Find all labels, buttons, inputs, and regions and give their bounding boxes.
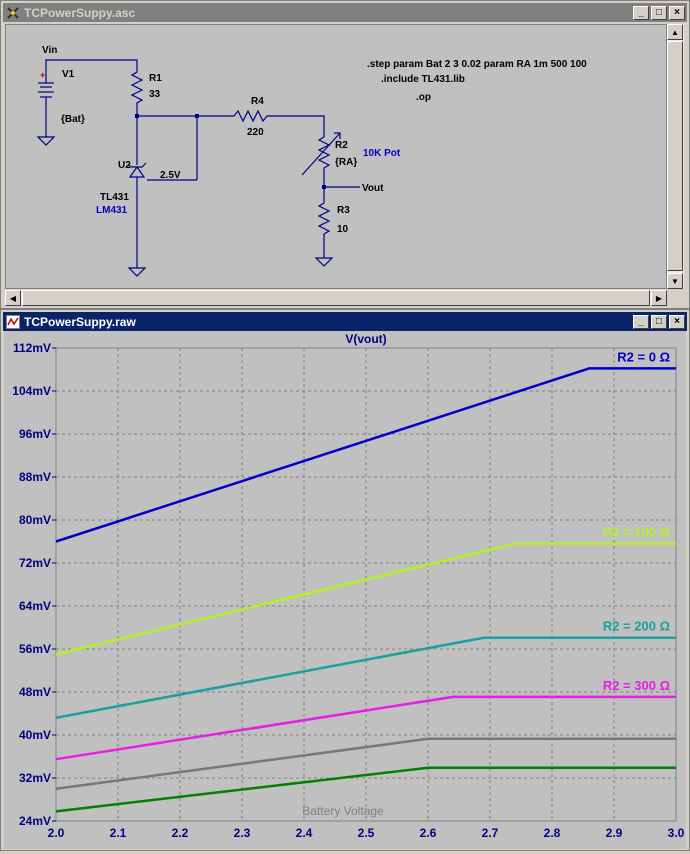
v1-value: {Bat}	[61, 114, 85, 125]
vertical-scroll-thumb[interactable]	[667, 41, 683, 271]
x-axis-label: Battery Voltage	[302, 804, 384, 818]
x-tick-label: 2.4	[296, 826, 313, 840]
x-tick-label: 2.2	[172, 826, 189, 840]
scroll-right-arrow-icon[interactable]: ▶	[651, 290, 667, 306]
plot-titlebar[interactable]: TCPowerSuppy.raw _ □ ×	[3, 312, 687, 331]
v1-label: V1	[62, 69, 75, 80]
schematic-horizontal-scrollbar[interactable]: ◀ ▶	[5, 290, 667, 306]
vout-label: Vout	[362, 183, 384, 194]
minimize-button[interactable]: _	[633, 5, 649, 20]
y-tick-label: 24mV	[19, 814, 51, 828]
y-tick-label: 64mV	[19, 599, 51, 613]
u2-label: U2	[118, 160, 131, 171]
plot-close-button[interactable]: ×	[669, 314, 685, 329]
x-tick-label: 2.8	[544, 826, 561, 840]
plot-window-title: TCPowerSuppy.raw	[24, 314, 136, 329]
maximize-button[interactable]: □	[651, 5, 667, 20]
schematic-app-icon	[5, 5, 21, 21]
y-tick-label: 112mV	[13, 341, 51, 355]
plot-maximize-button[interactable]: □	[651, 314, 667, 329]
x-tick-label: 2.0	[48, 826, 65, 840]
x-tick-label: 2.7	[482, 826, 499, 840]
x-tick-label: 2.5	[358, 826, 375, 840]
directive-step[interactable]: .step param Bat 2 3 0.02 param RA 1m 500…	[367, 59, 587, 70]
schematic-drawing: Vin + V1 {Bat} R1 33 R4 220 R2 {RA} 10K …	[36, 45, 587, 277]
y-tick-label: 40mV	[19, 728, 51, 742]
trace-label-3[interactable]: R2 = 300 Ω	[603, 678, 670, 693]
schematic-window: TCPowerSuppy.asc _ □ × Vin + V1 {Bat} R1…	[0, 0, 690, 309]
r3-label: R3	[337, 205, 350, 216]
waveform-chart[interactable]: 24mV 32mV 40mV 48mV 56mV 64mV 72mV 80mV 88mV 96mV…	[4, 331, 686, 849]
x-tick-label: 3.0	[668, 826, 685, 840]
r1-label: R1	[149, 73, 162, 84]
r2-symbol	[317, 136, 331, 192]
ref-voltage-label: 2.5V	[160, 170, 181, 181]
y-tick-label: 48mV	[19, 685, 51, 699]
scroll-down-arrow-icon[interactable]: ▼	[667, 273, 683, 289]
schematic-window-title: TCPowerSuppy.asc	[24, 5, 136, 20]
y-tick-label: 96mV	[19, 427, 51, 441]
y-tick-label: 32mV	[19, 771, 51, 785]
plot-minimize-button[interactable]: _	[633, 314, 649, 329]
r3-value: 10	[337, 224, 349, 235]
r4-label: R4	[251, 96, 264, 107]
r2-note: 10K Pot	[363, 148, 401, 159]
y-tick-label: 80mV	[19, 513, 51, 527]
trace-label-2[interactable]: R2 = 200 Ω	[603, 619, 670, 634]
chart-title[interactable]: V(vout)	[345, 332, 386, 346]
x-tick-label: 2.6	[420, 826, 437, 840]
tl431-symbol	[128, 165, 146, 178]
r2-value: {RA}	[335, 157, 357, 168]
directive-op[interactable]: .op	[416, 92, 431, 103]
x-tick-label: 2.1	[110, 826, 127, 840]
y-tick-label: 88mV	[19, 470, 51, 484]
plot-area[interactable]: 24mV 32mV 40mV 48mV 56mV 64mV 72mV 80mV 88mV 96mV…	[4, 331, 686, 849]
directive-include[interactable]: .include TL431.lib	[381, 74, 465, 85]
r1-value: 33	[149, 89, 161, 100]
y-tick-label: 56mV	[19, 642, 51, 656]
u2-sub: LM431	[96, 205, 128, 216]
r1-symbol	[130, 68, 144, 116]
schematic-canvas[interactable]: Vin + V1 {Bat} R1 33 R4 220 R2 {RA} 10K …	[5, 24, 667, 289]
scroll-up-arrow-icon[interactable]: ▲	[667, 24, 683, 40]
trace-label-1[interactable]: R2 = 100 Ω	[603, 525, 670, 540]
battery-plus-label: +	[40, 70, 45, 80]
schematic-titlebar[interactable]: TCPowerSuppy.asc _ □ ×	[3, 3, 687, 22]
schematic-vertical-scrollbar[interactable]: ▲ ▼	[667, 24, 684, 289]
vin-label: Vin	[42, 45, 57, 56]
y-tick-label: 104mV	[12, 384, 51, 398]
close-button[interactable]: ×	[669, 5, 685, 20]
trace-label-0[interactable]: R2 = 0 Ω	[617, 349, 670, 364]
r2-label: R2	[335, 140, 348, 151]
waveform-app-icon	[5, 314, 21, 330]
vin-wire	[45, 59, 138, 72]
y-axis-ticks: 24mV 32mV 40mV 48mV 56mV 64mV 72mV 80mV 88mV 96mV…	[12, 341, 56, 828]
r4-value: 220	[247, 127, 264, 138]
r3-symbol	[317, 192, 331, 258]
x-tick-label: 2.9	[606, 826, 623, 840]
x-tick-label: 2.3	[234, 826, 251, 840]
x-axis-ticks: 2.0 2.1 2.2 2.3 2.4 2.5 2.6 2.7 2.8 2.9 3.0	[48, 826, 685, 840]
horizontal-scroll-thumb[interactable]	[22, 290, 650, 306]
y-tick-label: 72mV	[19, 556, 51, 570]
u2-model: TL431	[100, 192, 129, 203]
scroll-left-arrow-icon[interactable]: ◀	[5, 290, 21, 306]
